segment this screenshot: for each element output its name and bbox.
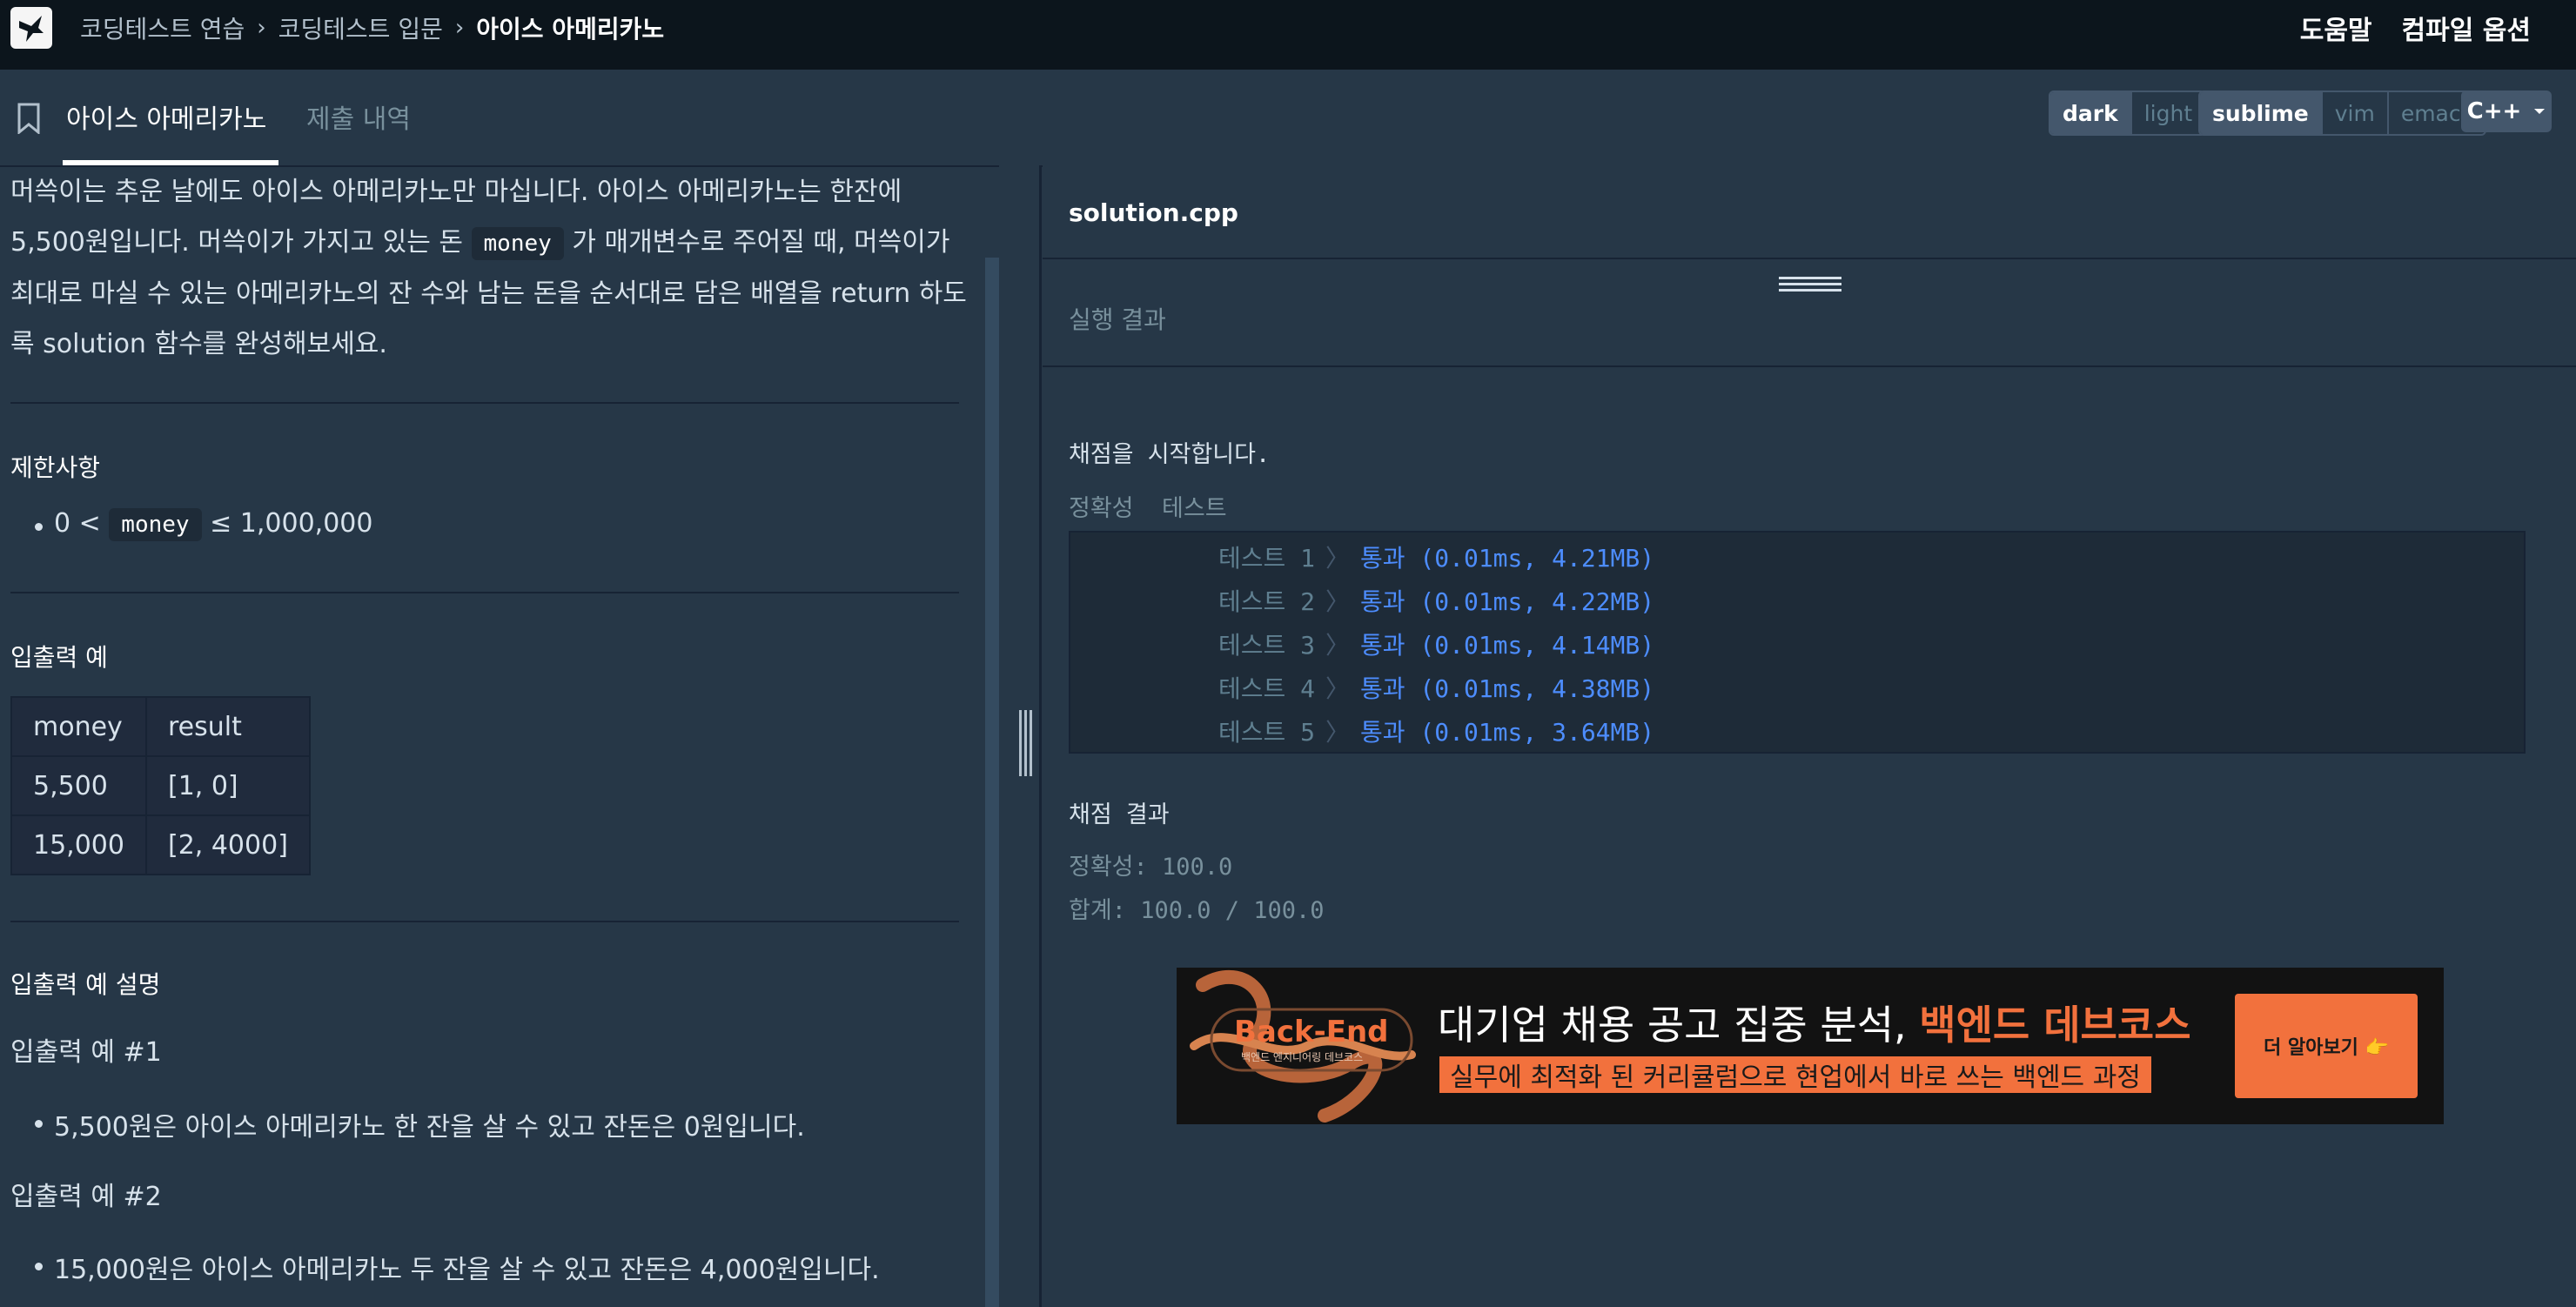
theme-light-button[interactable]: light bbox=[2130, 92, 2204, 134]
table-cell: [2, 4000] bbox=[144, 814, 311, 875]
learn-more-button[interactable]: 더 알아보기 👉 bbox=[2235, 994, 2418, 1098]
test-results: 테스트 1 〉 통과 (0.01ms, 4.21MB) 테스트 2 〉 통과 (0.01… bbox=[1069, 531, 2526, 754]
list-item: 테스트 2 〉 통과 (0.01ms, 4.22MB) bbox=[1218, 583, 1654, 618]
banner-headline-text: 대기업 채용 공고 집중 분석, bbox=[1438, 1002, 1920, 1049]
test-label: 테스트 4 bbox=[1218, 674, 1315, 703]
bookmark-icon[interactable] bbox=[16, 103, 42, 134]
accuracy-test-heading: 정확성 테스트 bbox=[1069, 495, 1227, 522]
chevron-right-icon: 〉 bbox=[1325, 544, 1351, 573]
example-2-text: 15,000원은 아이스 아메리카노 두 잔을 살 수 있고 잔돈은 4,000… bbox=[35, 1248, 880, 1286]
caret-down-icon bbox=[2534, 109, 2546, 114]
top-navigation: 코딩테스트 연습 › 코딩테스트 입문 › 아이스 아메리카노 도움말 컴파일 … bbox=[0, 0, 2576, 70]
language-value: C++ bbox=[2466, 98, 2522, 124]
inline-code-money: money bbox=[471, 227, 564, 260]
test-label: 테스트 5 bbox=[1218, 718, 1315, 747]
problem-description-panel: 머쓱이는 추운 날에도 아이스 아메리카노만 마십니다. 아이스 아메리카노는 … bbox=[0, 165, 987, 1307]
breadcrumb-item-practice[interactable]: 코딩테스트 연습 bbox=[80, 10, 245, 45]
table-row: 15,000 [2, 4000] bbox=[10, 814, 311, 875]
inline-code-money: money bbox=[109, 508, 202, 541]
examples-table: money result 5,500 [1, 0] 15,000 [2, 400… bbox=[10, 696, 311, 875]
example-1-title: 입출력 예 #1 bbox=[10, 1037, 162, 1068]
explanation-heading: 입출력 예 설명 bbox=[10, 970, 161, 999]
divider bbox=[10, 402, 959, 404]
examples-heading: 입출력 예 bbox=[10, 643, 108, 672]
breadcrumb-item-current: 아이스 아메리카노 bbox=[476, 15, 665, 44]
keymap-sublime-button[interactable]: sublime bbox=[2200, 92, 2321, 134]
banner-logo-title: Back-End bbox=[1234, 1015, 1389, 1049]
list-item: 테스트 5 〉 통과 (0.01ms, 3.64MB) bbox=[1218, 714, 1654, 748]
problem-description: 머쓱이는 추운 날에도 아이스 아메리카노만 마십니다. 아이스 아메리카노는 … bbox=[10, 167, 968, 370]
total-score: 합계: 100.0 / 100.0 bbox=[1069, 897, 1325, 924]
resize-grip-icon[interactable] bbox=[1016, 710, 1034, 776]
divider bbox=[10, 592, 959, 593]
example-2-title: 입출력 예 #2 bbox=[10, 1182, 162, 1212]
test-result: 통과 (0.01ms, 4.14MB) bbox=[1360, 631, 1655, 660]
example-1-text: 5,500원은 아이스 아메리카노 한 잔을 살 수 있고 잔돈은 0원입니다. bbox=[35, 1105, 805, 1143]
output-resize-handle-icon[interactable] bbox=[1779, 277, 1841, 295]
table-cell: [1, 0] bbox=[144, 755, 311, 816]
accuracy-score: 정확성: 100.0 bbox=[1069, 854, 1233, 881]
table-cell: 5,500 bbox=[10, 755, 147, 816]
divider bbox=[10, 921, 959, 922]
table-header: result bbox=[144, 696, 311, 757]
banner-logo-subtitle: 백엔드 엔지니어링 데브코스 bbox=[1241, 1051, 1364, 1063]
promo-banner[interactable]: Back-End 백엔드 엔지니어링 데브코스 대기업 채용 공고 집중 분석,… bbox=[1177, 968, 2444, 1124]
banner-headline-highlight: 백엔드 데브코스 bbox=[1919, 1002, 2191, 1049]
theme-toggle: dark light bbox=[2049, 90, 2207, 136]
banner-subline: 실무에 최적화 된 커리큘럼으로 현업에서 바로 쓰는 백엔드 과정 bbox=[1439, 1056, 2151, 1093]
chevron-right-icon: › bbox=[257, 15, 266, 41]
tab-bar: 아이스 아메리카노 제출 내역 dark light sublime vim e… bbox=[0, 70, 2576, 167]
tab-submissions[interactable]: 제출 내역 bbox=[306, 97, 411, 136]
test-result: 통과 (0.01ms, 4.21MB) bbox=[1360, 544, 1655, 573]
breadcrumb: 코딩테스트 연습 › 코딩테스트 입문 › 아이스 아메리카노 bbox=[80, 0, 664, 56]
chevron-right-icon: 〉 bbox=[1325, 631, 1351, 660]
chevron-right-icon: 〉 bbox=[1325, 718, 1351, 747]
constraints-heading: 제한사항 bbox=[10, 453, 101, 482]
list-item: 테스트 3 〉 통과 (0.01ms, 4.14MB) bbox=[1218, 627, 1654, 661]
test-label: 테스트 3 bbox=[1218, 631, 1315, 660]
list-item: 테스트 1 〉 통과 (0.01ms, 4.21MB) bbox=[1218, 540, 1654, 574]
test-result: 통과 (0.01ms, 4.22MB) bbox=[1360, 587, 1655, 616]
file-name: solution.cpp bbox=[1069, 198, 1238, 227]
grading-start: 채점을 시작합니다. bbox=[1069, 441, 1271, 468]
language-select[interactable]: C++ bbox=[2461, 90, 2552, 132]
table-header-row: money result bbox=[10, 696, 311, 757]
constraint-item: 0 < money ≤ 1,000,000 bbox=[34, 508, 373, 541]
table-header: money bbox=[10, 696, 147, 757]
keymap-toggle: sublime vim emacs bbox=[2198, 90, 2486, 136]
keymap-vim-button[interactable]: vim bbox=[2320, 92, 2387, 134]
test-label: 테스트 2 bbox=[1218, 587, 1315, 616]
table-cell: 15,000 bbox=[10, 814, 147, 875]
test-result: 통과 (0.01ms, 3.64MB) bbox=[1360, 718, 1655, 747]
panel-border bbox=[1039, 165, 1042, 1307]
theme-dark-button[interactable]: dark bbox=[2050, 92, 2130, 134]
programmers-logo-icon[interactable] bbox=[10, 7, 52, 49]
banner-headline: 대기업 채용 공고 집중 분석, 백엔드 데브코스 bbox=[1438, 994, 2191, 1051]
chevron-right-icon: › bbox=[454, 15, 465, 41]
table-row: 5,500 [1, 0] bbox=[10, 755, 311, 816]
output-title: 실행 결과 bbox=[1069, 305, 1166, 334]
tab-problem[interactable]: 아이스 아메리카노 bbox=[66, 97, 266, 136]
scrollbar[interactable] bbox=[985, 258, 999, 1307]
breadcrumb-item-intro[interactable]: 코딩테스트 입문 bbox=[278, 10, 443, 45]
constraint-text-post: ≤ 1,000,000 bbox=[201, 508, 373, 539]
grading-result-heading: 채점 결과 bbox=[1069, 801, 1170, 828]
constraint-text-pre: 0 < bbox=[54, 508, 110, 539]
test-label: 테스트 1 bbox=[1218, 544, 1315, 573]
output-header: 실행 결과 bbox=[1043, 259, 2576, 367]
test-result: 통과 (0.01ms, 4.38MB) bbox=[1360, 674, 1655, 703]
editor-header: solution.cpp bbox=[1043, 165, 2576, 259]
help-link[interactable]: 도움말 bbox=[2300, 9, 2372, 47]
chevron-right-icon: 〉 bbox=[1325, 587, 1351, 616]
list-item: 테스트 4 〉 통과 (0.01ms, 4.38MB) bbox=[1218, 670, 1654, 705]
chevron-right-icon: 〉 bbox=[1325, 674, 1351, 703]
compile-options-link[interactable]: 컴파일 옵션 bbox=[2402, 9, 2531, 47]
